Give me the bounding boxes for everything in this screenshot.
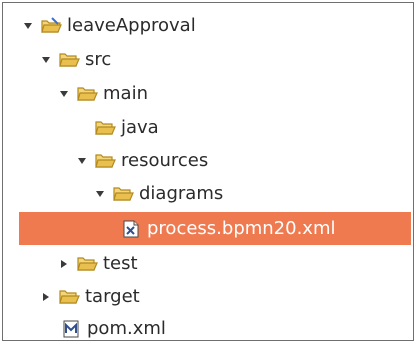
tree-item-resources[interactable]: resources [75, 144, 208, 177]
expand-arrow-down-icon[interactable] [21, 19, 35, 33]
expand-arrow-down-icon[interactable] [75, 154, 89, 168]
tree-item-leaveApproval[interactable]: leaveApproval [21, 9, 196, 42]
project-folder-icon [39, 16, 63, 36]
expand-arrow-right-icon[interactable] [39, 290, 53, 304]
tree-item-label: pom.xml [87, 318, 166, 339]
expand-arrow-down-icon[interactable] [57, 87, 71, 101]
open-folder-icon [57, 287, 81, 307]
open-folder-icon [111, 184, 135, 204]
tree-item-pom-xml[interactable]: pom.xml [59, 312, 166, 345]
tree-item-main[interactable]: main [57, 77, 148, 110]
expand-arrow-down-icon[interactable] [39, 53, 53, 67]
open-folder-icon [75, 254, 99, 274]
tree-item-diagrams[interactable]: diagrams [93, 177, 223, 210]
tree-item-label: target [85, 286, 140, 307]
open-folder-icon [57, 50, 81, 70]
tree-item-label: src [85, 49, 112, 70]
tree-item-test[interactable]: test [57, 247, 138, 280]
maven-file-icon [59, 319, 83, 339]
xml-file-icon [119, 219, 143, 239]
open-folder-icon [93, 118, 117, 138]
project-explorer-tree: leaveApproval src main java resources di… [2, 2, 414, 341]
tree-item-java[interactable]: java [93, 111, 159, 144]
tree-item-label: process.bpmn20.xml [147, 218, 336, 239]
tree-item-label: diagrams [139, 183, 224, 204]
tree-item-target[interactable]: target [39, 280, 140, 313]
tree-item-label: leaveApproval [67, 15, 196, 36]
tree-item-label: java [121, 117, 159, 138]
tree-item-label: resources [121, 150, 209, 171]
tree-item-src[interactable]: src [39, 43, 111, 76]
tree-item-process-bpmn20-xml[interactable]: process.bpmn20.xml [19, 212, 411, 245]
expand-arrow-right-icon[interactable] [57, 257, 71, 271]
open-folder-icon [75, 84, 99, 104]
expand-arrow-down-icon[interactable] [93, 187, 107, 201]
tree-item-label: test [103, 253, 138, 274]
tree-item-label: main [103, 83, 148, 104]
open-folder-icon [93, 151, 117, 171]
